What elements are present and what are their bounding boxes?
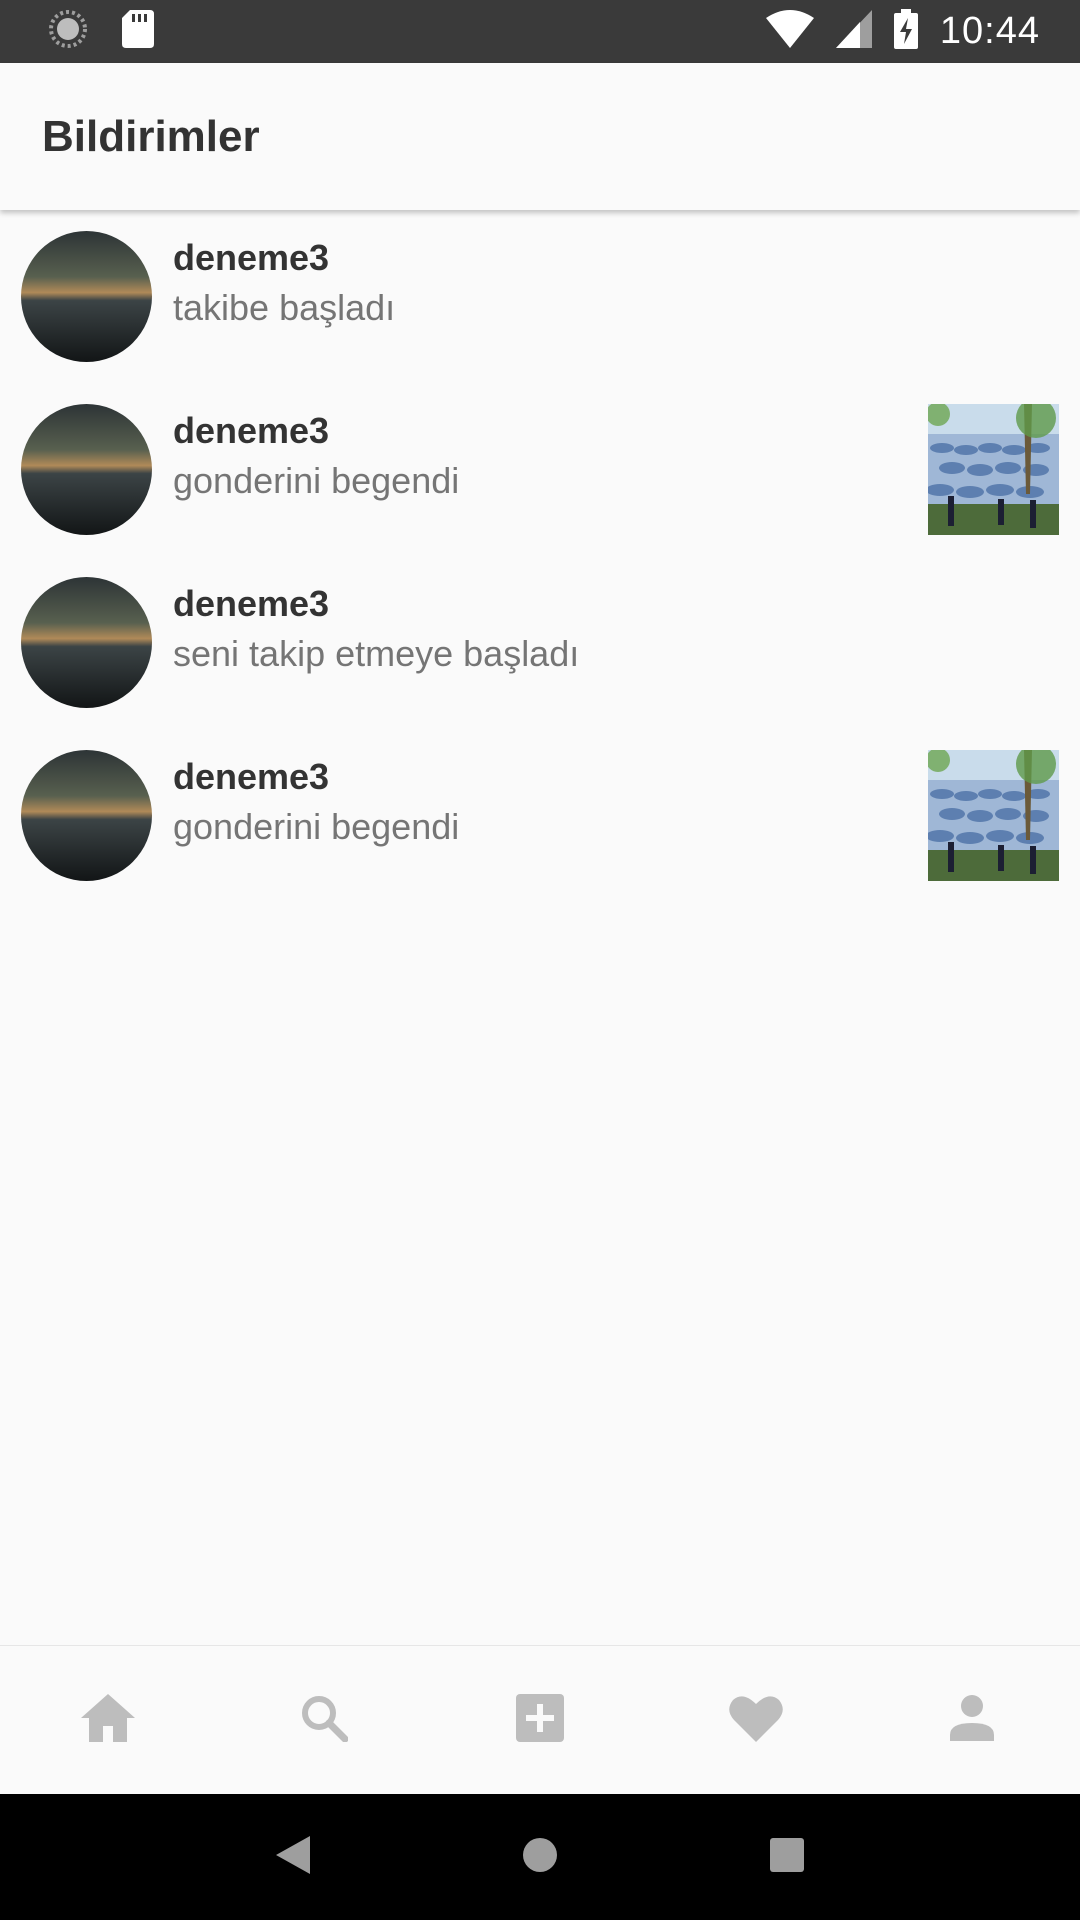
sd-card-icon bbox=[122, 10, 154, 53]
system-navigation-bar bbox=[0, 1794, 1080, 1920]
add-post-icon bbox=[516, 1693, 564, 1747]
notification-list: deneme3 takibe başladı deneme3 gonderini… bbox=[0, 210, 1080, 902]
notification-row[interactable]: deneme3 seni takip etmeye başladı bbox=[0, 556, 1080, 729]
system-back-button[interactable] bbox=[253, 1817, 333, 1897]
nav-search[interactable] bbox=[216, 1646, 432, 1794]
avatar[interactable] bbox=[21, 404, 152, 535]
notification-username[interactable]: deneme3 bbox=[173, 755, 459, 799]
heart-icon bbox=[729, 1694, 783, 1747]
nav-profile[interactable] bbox=[864, 1646, 1080, 1794]
app-bar: Bildirimler bbox=[0, 63, 1080, 210]
loading-icon bbox=[48, 9, 88, 54]
signal-icon bbox=[835, 10, 872, 53]
notification-row[interactable]: deneme3 gonderini begendi bbox=[0, 383, 1080, 556]
status-bar: 10:44 bbox=[0, 0, 1080, 63]
avatar[interactable] bbox=[21, 750, 152, 881]
avatar[interactable] bbox=[21, 231, 152, 362]
notification-message: seni takip etmeye başladı bbox=[173, 633, 580, 674]
bottom-navigation bbox=[0, 1645, 1080, 1794]
recents-icon bbox=[769, 1837, 804, 1877]
notification-message: takibe başladı bbox=[173, 287, 396, 328]
nav-add-post[interactable] bbox=[432, 1646, 648, 1794]
nav-home[interactable] bbox=[0, 1646, 216, 1794]
page-title: Bildirimler bbox=[42, 111, 260, 161]
home-circle-icon bbox=[522, 1837, 558, 1878]
notification-row[interactable]: deneme3 gonderini begendi bbox=[0, 729, 1080, 902]
back-icon bbox=[276, 1835, 311, 1879]
search-icon bbox=[300, 1694, 349, 1747]
post-thumbnail[interactable] bbox=[928, 404, 1059, 535]
system-recents-button[interactable] bbox=[747, 1817, 827, 1897]
notification-message: gonderini begendi bbox=[173, 460, 460, 501]
wifi-icon bbox=[765, 10, 814, 53]
nav-notifications[interactable] bbox=[648, 1646, 864, 1794]
battery-charging-icon bbox=[893, 9, 918, 54]
post-thumbnail[interactable] bbox=[928, 750, 1059, 881]
notification-row[interactable]: deneme3 takibe başladı bbox=[0, 210, 1080, 383]
notification-username[interactable]: deneme3 bbox=[173, 582, 579, 626]
profile-icon bbox=[950, 1694, 994, 1746]
home-icon bbox=[81, 1693, 135, 1747]
system-home-button[interactable] bbox=[500, 1817, 580, 1897]
avatar[interactable] bbox=[21, 577, 152, 708]
notification-message: gonderini begendi bbox=[173, 806, 460, 847]
notification-username[interactable]: deneme3 bbox=[173, 409, 459, 453]
notification-username[interactable]: deneme3 bbox=[173, 236, 395, 280]
status-time: 10:44 bbox=[939, 10, 1040, 52]
